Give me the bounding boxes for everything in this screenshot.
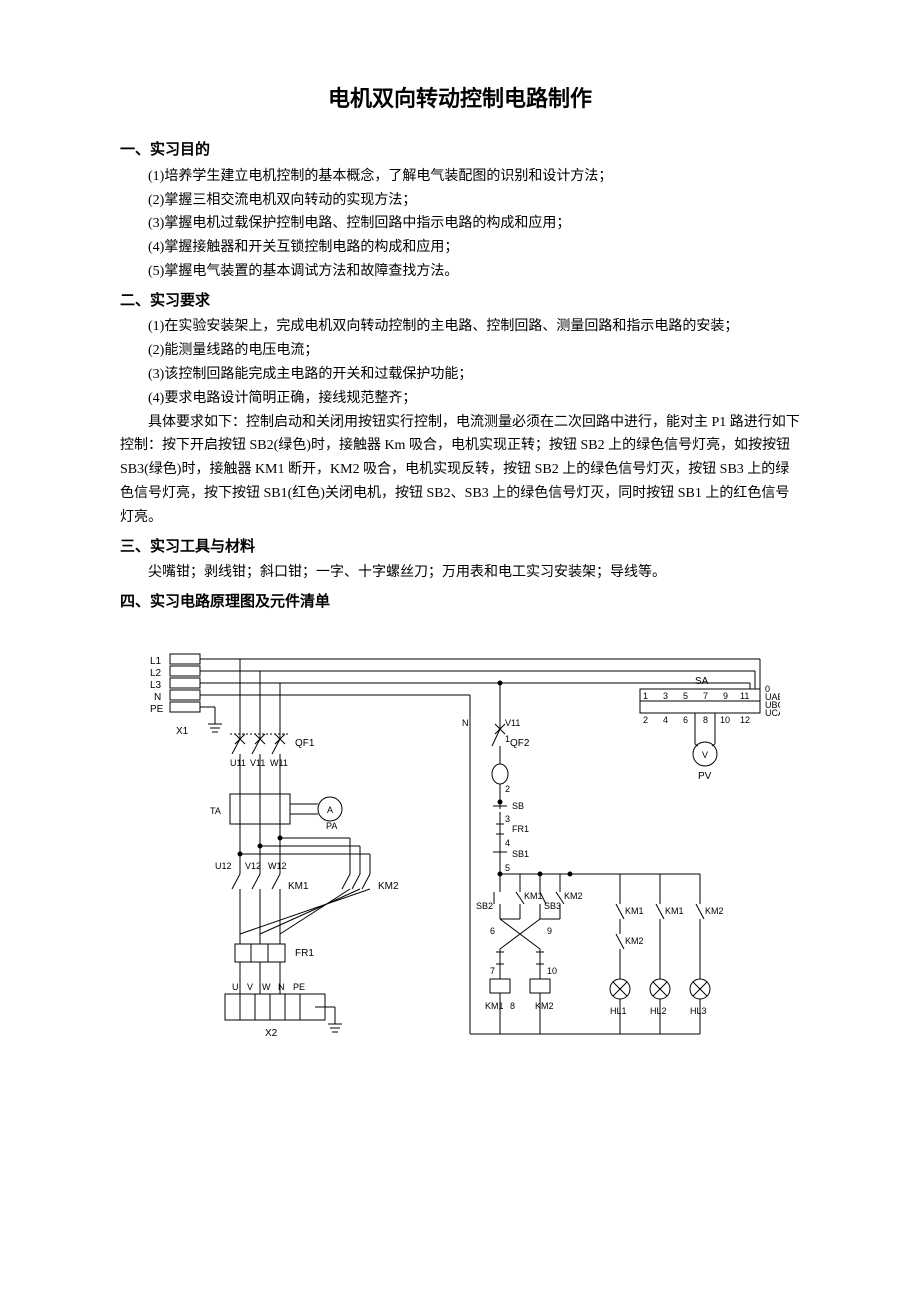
label-FR1-ctrl: FR1 xyxy=(512,824,529,834)
label-Vsym: V xyxy=(702,750,708,760)
label-SA: SA xyxy=(695,676,709,687)
section3-text: 尖嘴钳；剥线钳；斜口钳；一字、十字螺丝刀；万用表和电工实习安装架；导线等。 xyxy=(120,561,800,585)
label-SB3: SB3 xyxy=(544,901,561,911)
label-Nb: N xyxy=(278,982,285,992)
section1-item-5: (5)掌握电气装置的基本调试方法和故障查找方法。 xyxy=(120,260,800,284)
label-KM2-coil: KM2 xyxy=(535,1001,554,1011)
label-HL3: HL3 xyxy=(690,1006,707,1016)
sa-n8: 8 xyxy=(703,715,708,725)
label-QF2: QF2 xyxy=(510,738,530,749)
sa-n3: 3 xyxy=(663,691,668,701)
section2-heading: 二、实习要求 xyxy=(120,288,800,314)
label-KM1-main: KM1 xyxy=(288,881,309,892)
label-PE: PE xyxy=(150,704,164,715)
section1-item-2: (2)掌握三相交流电机双向转动的实现方法； xyxy=(120,189,800,213)
label-KM1-lamp1: KM1 xyxy=(625,906,644,916)
sa-n7: 7 xyxy=(703,691,708,701)
section1-item-4: (4)掌握接触器和开关互锁控制电路的构成和应用； xyxy=(120,236,800,260)
label-SB: SB xyxy=(512,801,524,811)
section1-item-1: (1)培养学生建立电机控制的基本概念，了解电气装配图的识别和设计方法； xyxy=(120,165,800,189)
section2-item-1: (1)在实验安装架上，完成电机双向转动控制的主电路、控制回路、测量回路和指示电路… xyxy=(120,315,800,339)
label-FR1-main: FR1 xyxy=(295,948,314,959)
label-X2: X2 xyxy=(265,1028,278,1039)
label-PEb: PE xyxy=(293,982,305,992)
label-KM1-aux: KM1 xyxy=(524,891,543,901)
label-KM2-aux: KM2 xyxy=(564,891,583,901)
label-PV: PV xyxy=(698,771,712,782)
label-SB2: SB2 xyxy=(476,901,493,911)
section2-item-3: (3)该控制回路能完成主电路的开关和过载保护功能； xyxy=(120,363,800,387)
label-KM2-main: KM2 xyxy=(378,881,399,892)
label-UCA: UCA xyxy=(765,708,780,718)
section2-item-4: (4)要求电路设计简明正确，接线规范整齐； xyxy=(120,387,800,411)
node-1: 1 xyxy=(505,734,510,744)
node-5: 5 xyxy=(505,863,510,873)
label-TA: TA xyxy=(210,806,221,816)
node-6: 6 xyxy=(490,926,495,936)
circuit-diagram: L1 L2 L3 N PE X1 QF1 U11 V11 W11 TA A PA… xyxy=(120,634,800,1154)
section1-item-3: (3)掌握电机过载保护控制电路、控制回路中指示电路的构成和应用； xyxy=(120,212,800,236)
node-7: 7 xyxy=(490,966,495,976)
node-10: 10 xyxy=(547,966,557,976)
label-V: V xyxy=(247,982,253,992)
label-W12: W12 xyxy=(268,861,287,871)
label-KM1-lamp2: KM1 xyxy=(665,906,684,916)
label-A: A xyxy=(327,805,333,815)
sa-n11: 11 xyxy=(740,691,749,701)
label-KM2-lamp3: KM2 xyxy=(705,906,724,916)
label-W11: W11 xyxy=(270,758,288,768)
label-W: W xyxy=(262,982,271,992)
label-KM1-coil: KM1 xyxy=(485,1001,504,1011)
label-V11-ctrl: V11 xyxy=(505,718,520,728)
label-QF1: QF1 xyxy=(295,738,315,749)
sa-n1: 1 xyxy=(643,691,648,701)
label-V11: V11 xyxy=(250,758,265,768)
section4-heading: 四、实习电路原理图及元件清单 xyxy=(120,589,800,615)
section2-detail: 具体要求如下：控制启动和关闭用按钮实行控制，电流测量必须在二次回路中进行，能对主… xyxy=(120,411,800,530)
label-X1: X1 xyxy=(176,726,189,737)
label-U12: U12 xyxy=(215,861,232,871)
node-9: 9 xyxy=(547,926,552,936)
label-SB1: SB1 xyxy=(512,849,529,859)
label-L2: L2 xyxy=(150,668,162,679)
label-N: N xyxy=(154,692,161,703)
page-title: 电机双向转动控制电路制作 xyxy=(120,80,800,117)
sa-n4: 4 xyxy=(663,715,668,725)
label-N-ctrl: N xyxy=(462,718,469,728)
node-3: 3 xyxy=(505,814,510,824)
sa-n9: 9 xyxy=(723,691,728,701)
sa-n2: 2 xyxy=(643,715,648,725)
sa-n10: 10 xyxy=(720,715,730,725)
label-U11: U11 xyxy=(230,758,246,768)
label-HL2: HL2 xyxy=(650,1006,667,1016)
label-U: U xyxy=(232,982,239,992)
label-V12: V12 xyxy=(245,861,261,871)
sa-n6: 6 xyxy=(683,715,688,725)
sa-n5: 5 xyxy=(683,691,688,701)
node-2: 2 xyxy=(505,784,510,794)
section1-heading: 一、实习目的 xyxy=(120,137,800,163)
label-HL1: HL1 xyxy=(610,1006,627,1016)
label-L3: L3 xyxy=(150,680,162,691)
label-L1: L1 xyxy=(150,656,162,667)
sa-n12: 12 xyxy=(740,715,750,725)
node-4: 4 xyxy=(505,838,510,848)
label-PA: PA xyxy=(326,821,337,831)
node-8: 8 xyxy=(510,1001,515,1011)
label-KM2-lamp1: KM2 xyxy=(625,936,644,946)
section2-item-2: (2)能测量线路的电压电流； xyxy=(120,339,800,363)
section3-heading: 三、实习工具与材料 xyxy=(120,534,800,560)
